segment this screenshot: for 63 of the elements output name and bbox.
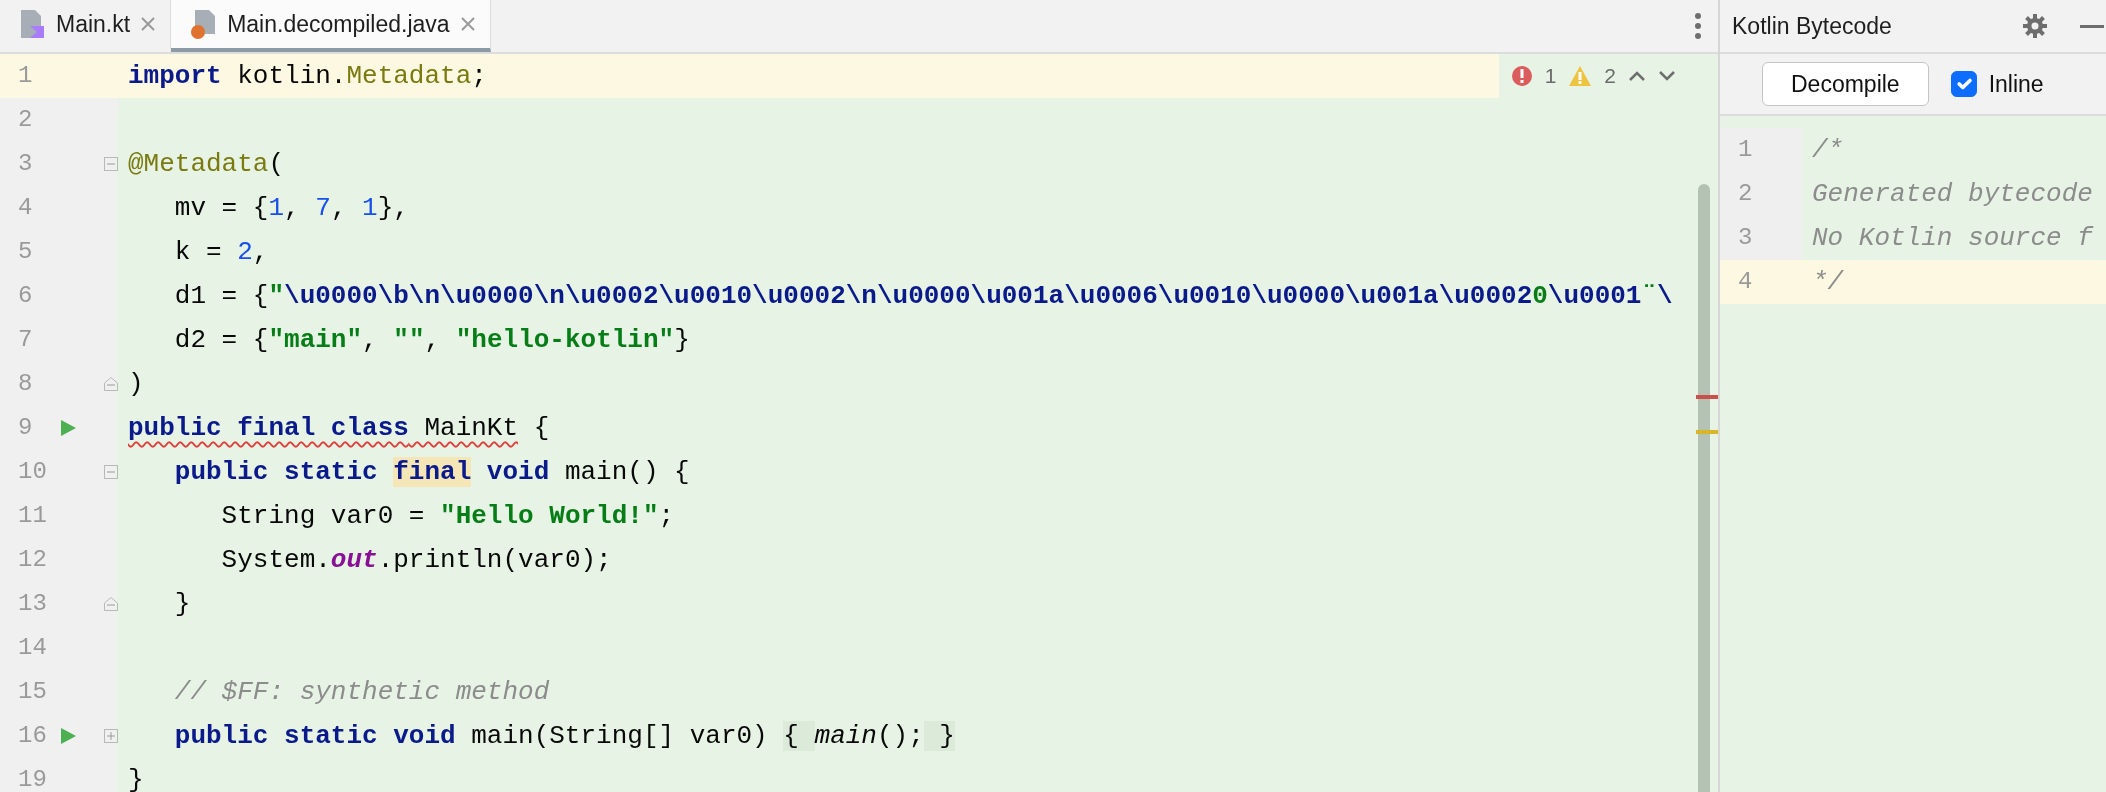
- close-icon[interactable]: [140, 16, 157, 32]
- line-number: 2: [17, 105, 34, 135]
- code-line: No Kotlin source f: [1811, 222, 2095, 255]
- line-number: 3: [1737, 223, 1754, 253]
- error-icon[interactable]: [1510, 65, 1533, 87]
- line-number: 16: [17, 721, 48, 751]
- code-line: d2 = {"main", "", "hello-kotlin"}: [173, 324, 691, 357]
- fold-icon[interactable]: [104, 729, 118, 743]
- run-icon[interactable]: [60, 727, 77, 745]
- code-line: System.out.println(var0);: [220, 544, 613, 577]
- line-number: 7: [17, 325, 34, 355]
- settings-icon[interactable]: [2022, 13, 2048, 39]
- code-line: public static final void main() {: [173, 456, 691, 489]
- fold-icon[interactable]: [104, 377, 118, 391]
- line-number: 4: [17, 193, 34, 223]
- line-number: 3: [17, 149, 34, 179]
- code-line: String var0 = "Hello World!";: [220, 500, 676, 533]
- run-icon[interactable]: [60, 419, 77, 437]
- fold-icon[interactable]: [104, 157, 118, 171]
- fold-icon[interactable]: [104, 597, 118, 611]
- code-line: // $FF: synthetic method: [173, 676, 551, 709]
- line-number: 1: [17, 61, 34, 91]
- inline-checkbox[interactable]: [1950, 71, 1977, 97]
- code-line: /*: [1811, 134, 1845, 167]
- code-line: k = 2,: [173, 236, 270, 269]
- line-number: 5: [17, 237, 34, 267]
- line-number: 4: [1737, 267, 1754, 297]
- line-number: 14: [17, 633, 48, 663]
- line-number: 13: [17, 589, 48, 619]
- code-line: }: [173, 588, 192, 621]
- scrollbar-thumb[interactable]: [1698, 184, 1710, 792]
- line-number: 9: [17, 413, 34, 443]
- code-line: d1 = {"\u0000\b\n\u0000\n\u0002\u0010\u0002\n\u0000\u001a\u0006\u0010\u0000\u001a\u00020\u0001¨\: [173, 280, 1674, 313]
- line-number: 8: [17, 369, 34, 399]
- code-line: @Metadata(: [127, 148, 286, 181]
- kotlin-file-icon: [18, 9, 46, 39]
- error-count[interactable]: 1: [1544, 60, 1557, 92]
- java-file-icon: [189, 9, 218, 39]
- panel-title: Kotlin Bytecode: [1732, 11, 1892, 41]
- line-number: 19: [17, 765, 48, 792]
- line-number: 1: [1737, 135, 1754, 165]
- code-line: public final class MainKt {: [127, 412, 551, 445]
- line-number: 11: [17, 501, 48, 531]
- fold-icon[interactable]: [104, 465, 118, 479]
- code-line: ): [127, 368, 145, 401]
- line-number: 2: [1737, 179, 1754, 209]
- code-line: Generated bytecode: [1811, 178, 2094, 211]
- line-number: 10: [17, 457, 48, 487]
- line-number: 15: [17, 677, 48, 707]
- more-options-icon[interactable]: [1694, 12, 1702, 40]
- line-number: 12: [17, 545, 48, 575]
- editor-tab[interactable]: Main.kt: [0, 0, 172, 52]
- editor-tab[interactable]: Main.decompiled.java: [171, 0, 491, 52]
- decompile-button[interactable]: Decompile: [1762, 61, 1929, 107]
- warning-icon[interactable]: [1568, 65, 1593, 87]
- code-line: }: [127, 764, 145, 792]
- code-line: public static void main(String[] var0) { main(); }: [173, 720, 956, 753]
- code-line: mv = {1, 7, 1},: [173, 192, 410, 225]
- line-number: 6: [17, 281, 34, 311]
- close-icon[interactable]: [459, 16, 476, 32]
- minimize-icon[interactable]: [2080, 24, 2104, 28]
- warning-count[interactable]: 2: [1604, 60, 1616, 92]
- checkbox-label: Inline: [1988, 69, 2044, 99]
